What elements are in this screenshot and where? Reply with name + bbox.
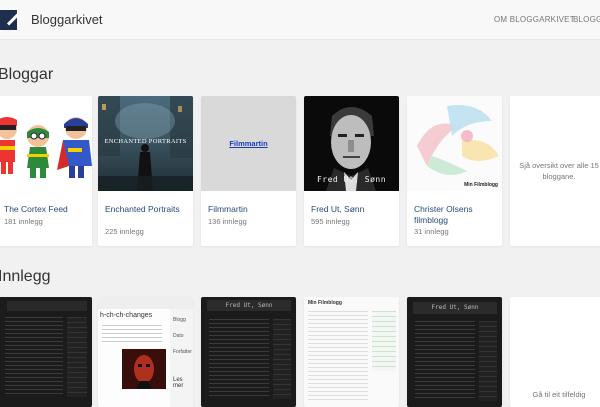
blog-card-count: 181 innlegg — [4, 217, 43, 226]
section-title-blogs: Bloggar — [0, 66, 54, 83]
blog-card-enchanted-portraits[interactable]: ENCHANTED PORTRAITS Enchanted Portraits … — [98, 96, 193, 246]
post-thumb-image — [122, 349, 166, 389]
thumbnail-link-text: Filmmartin — [229, 139, 268, 148]
blog-card-count: 136 innlegg — [208, 217, 247, 226]
top-navbar: Bloggarkivet OM BLOGGARKIVET BLOGG — [0, 0, 600, 40]
blog-thumbnail: Min Filmblogg — [407, 96, 502, 191]
nav-link-blog[interactable]: BLOGG — [573, 15, 600, 24]
post-thumb-banner: Fred Ut, Sønn — [207, 300, 291, 311]
post-thumb-sidebar-label: Les mer — [173, 377, 184, 389]
post-thumb-sidebar: Blogg Dato Forfatter Les mer — [170, 309, 193, 407]
post-thumb-text-lines — [415, 321, 475, 401]
blog-card-title[interactable]: Enchanted Portraits — [105, 204, 189, 215]
blog-card-fred-ut-sonn[interactable]: Fred Ut, Sønn Fred Ut, Sønn 595 innlegg — [304, 96, 399, 246]
blog-thumbnail: Filmmartin — [201, 96, 296, 191]
post-thumb-text-lines — [102, 325, 162, 345]
post-thumb-sidebar — [479, 321, 497, 401]
post-card[interactable] — [0, 297, 92, 407]
all-blogs-link-text[interactable]: Sjå oversikt over alle 15 bloggane. — [516, 160, 600, 182]
post-card[interactable]: Fred Ut, Sønn — [201, 297, 296, 407]
blog-card-title[interactable]: The Cortex Feed — [4, 204, 88, 215]
blog-card-count: 225 innlegg — [105, 227, 144, 236]
blog-card-title[interactable]: Filmmartin — [208, 204, 292, 215]
nav-link-about[interactable]: OM BLOGGARKIVET — [494, 15, 575, 24]
site-brand[interactable]: Bloggarkivet — [31, 12, 103, 27]
thumbnail-caption: Min Filmblogg — [464, 182, 498, 188]
post-card[interactable]: h-ch-ch-changes Blogg Dato Forfatter Les… — [98, 297, 193, 407]
post-thumb-title: h-ch-ch-changes — [100, 312, 153, 319]
post-thumb-sidebar — [67, 317, 87, 397]
post-thumb-sidebar — [273, 319, 291, 399]
blog-thumbnail: ENCHANTED PORTRAITS — [98, 96, 193, 191]
post-thumb-sidebar-label: Forfatter — [173, 349, 192, 355]
blog-card-filmmartin[interactable]: Filmmartin Filmmartin 136 innlegg — [201, 96, 296, 246]
section-title-posts: Innlegg — [0, 268, 51, 285]
blog-card-christer-olsens[interactable]: Min Filmblogg Christer Olsens filmblogg … — [407, 96, 502, 246]
post-thumb-text-lines — [209, 319, 269, 399]
post-card[interactable]: Min Filmblogg — [304, 297, 399, 407]
post-thumb-sidebar-label: Dato — [173, 333, 184, 339]
post-thumb-sidebar-label: Blogg — [173, 317, 186, 323]
blog-thumbnail — [0, 96, 92, 191]
post-thumb-banner: Fred Ut, Sønn — [413, 302, 497, 314]
blog-thumbnail: Fred Ut, Sønn — [304, 96, 399, 191]
post-thumb-sidebar — [372, 311, 396, 371]
thumbnail-caption: Fred Ut, Sønn — [316, 175, 387, 184]
blog-card-title[interactable]: Christer Olsens filmblogg — [414, 204, 498, 226]
blog-card-cortex-feed[interactable]: The Cortex Feed 181 innlegg — [0, 96, 92, 246]
all-blogs-link-card[interactable]: Sjå oversikt over alle 15 bloggane. — [510, 96, 600, 246]
blog-card-title[interactable]: Fred Ut, Sønn — [311, 204, 395, 215]
post-thumb-header: Min Filmblogg — [308, 300, 342, 306]
post-thumb-banner — [7, 301, 87, 311]
post-thumb-text-lines — [308, 311, 368, 401]
random-post-link-text[interactable]: Gå til eit tilfeldig — [516, 389, 600, 400]
site-logo-icon[interactable] — [0, 10, 17, 30]
blog-card-count: 595 innlegg — [311, 217, 350, 226]
post-thumb-text-lines — [5, 317, 63, 397]
post-thumb-header — [98, 297, 193, 309]
thumbnail-caption: ENCHANTED PORTRAITS — [104, 138, 187, 145]
post-card[interactable]: Fred Ut, Sønn — [407, 297, 502, 407]
random-post-link-card[interactable]: Gå til eit tilfeldig — [510, 297, 600, 407]
blog-card-count: 31 innlegg — [414, 227, 449, 236]
